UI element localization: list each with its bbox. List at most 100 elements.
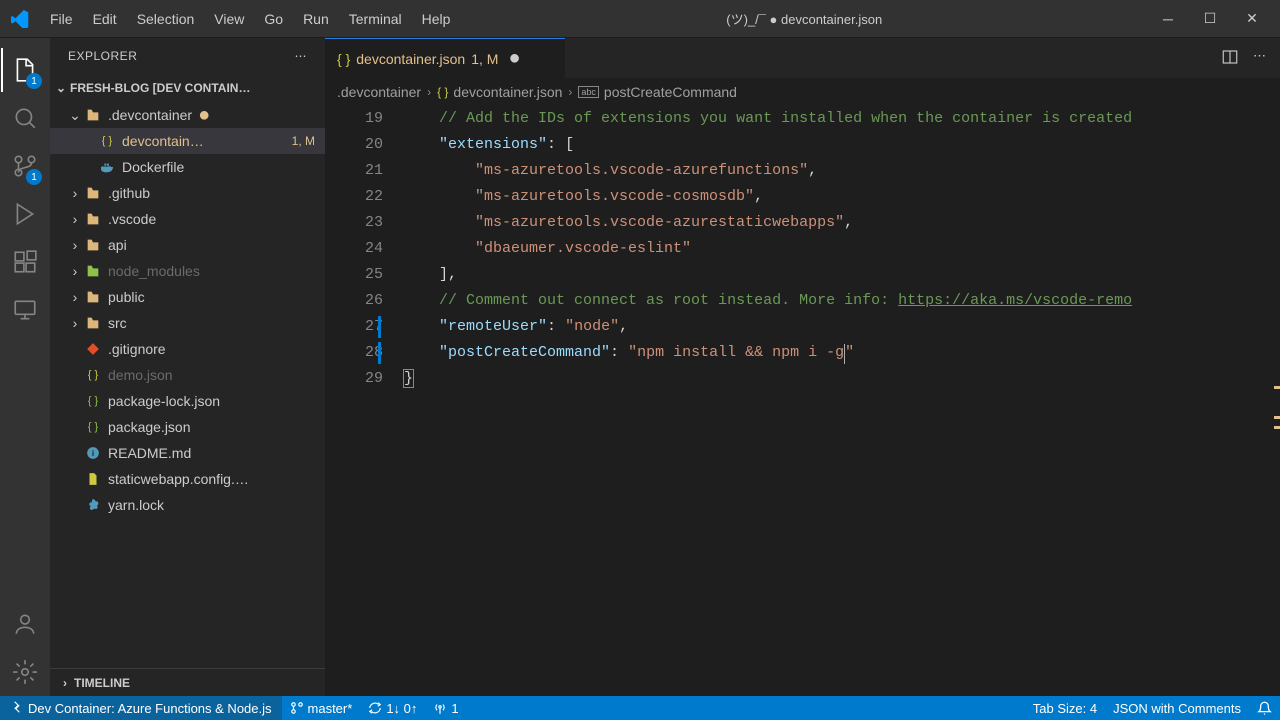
activity-bar: 1 1 — [0, 38, 50, 696]
tree-item-label: node_modules — [108, 263, 200, 279]
search-activity[interactable] — [1, 94, 49, 142]
tab-devcontainer[interactable]: { } devcontainer.json 1, M ● — [325, 38, 565, 78]
menu-edit[interactable]: Edit — [83, 7, 127, 31]
tree-item-label: README.md — [108, 445, 191, 461]
chevron-icon: ⌄ — [68, 107, 82, 124]
file-icon: i — [84, 444, 102, 462]
file-icon: { } — [84, 366, 102, 384]
folder-src[interactable]: › src — [50, 310, 325, 336]
file-icon — [98, 158, 116, 176]
breadcrumb-symbol[interactable]: abc postCreateCommand — [578, 84, 737, 100]
explorer-sidebar: EXPLORER ⋯ ⌄ FRESH-BLOG [DEV CONTAIN… ⌄.… — [50, 38, 325, 696]
remote-indicator[interactable]: Dev Container: Azure Functions & Node.js — [0, 696, 282, 720]
tab-decoration: 1, M — [471, 51, 498, 67]
menu-help[interactable]: Help — [412, 7, 461, 31]
folder-icon — [84, 210, 102, 228]
folder-api[interactable]: ›api — [50, 232, 325, 258]
file-icon: { } — [84, 418, 102, 436]
more-icon[interactable]: ⋯ — [295, 49, 308, 63]
folder-icon — [84, 236, 102, 254]
menu-go[interactable]: Go — [254, 7, 293, 31]
radio-tower[interactable]: 1 — [425, 696, 466, 720]
remote-icon — [10, 700, 24, 717]
folder--devcontainer[interactable]: ⌄ .devcontainer ● — [50, 102, 325, 128]
statusbar: Dev Container: Azure Functions & Node.js… — [0, 696, 1280, 720]
code-editor[interactable]: 1920212223242526272829 // Add the IDs of… — [325, 106, 1280, 696]
file-icon: { } — [98, 132, 116, 150]
menu-view[interactable]: View — [204, 7, 254, 31]
file--gitignore[interactable]: .gitignore — [50, 336, 325, 362]
chevron-icon: › — [68, 289, 82, 305]
tree-item-label: package.json — [108, 419, 191, 435]
settings-activity[interactable] — [1, 648, 49, 696]
chevron-icon — [68, 497, 82, 513]
minimap[interactable] — [1265, 106, 1280, 696]
git-sync[interactable]: 1↓ 0↑ — [360, 696, 425, 720]
maximize-button[interactable]: ☐ — [1190, 4, 1230, 34]
chevron-icon — [68, 367, 82, 383]
menu-selection[interactable]: Selection — [127, 7, 205, 31]
menu-bar: FileEditSelectionViewGoRunTerminalHelp — [40, 7, 460, 31]
titlebar: FileEditSelectionViewGoRunTerminalHelp (… — [0, 0, 1280, 38]
timeline-header[interactable]: › TIMELINE — [50, 668, 325, 696]
file-package-lock-json[interactable]: { }package-lock.json — [50, 388, 325, 414]
file-package-json[interactable]: { } package.json — [50, 414, 325, 440]
sidebar-title: EXPLORER ⋯ — [50, 38, 325, 74]
file-readme-md[interactable]: i README.md — [50, 440, 325, 466]
chevron-right-icon: › — [427, 85, 431, 99]
split-editor-icon[interactable] — [1221, 48, 1239, 69]
file-yarn-lock[interactable]: yarn.lock — [50, 492, 325, 518]
folder--vscode[interactable]: ›.vscode — [50, 206, 325, 232]
minimize-button[interactable]: ─ — [1148, 4, 1188, 34]
chevron-icon — [68, 341, 82, 357]
folder-public[interactable]: › public — [50, 284, 325, 310]
explorer-activity[interactable]: 1 — [1, 46, 49, 94]
scm-activity[interactable]: 1 — [1, 142, 49, 190]
tree-item-label: devcontain… — [122, 133, 204, 149]
file-demo-json[interactable]: { }demo.json — [50, 362, 325, 388]
spaces-indicator[interactable]: Tab Size: 4 — [1025, 696, 1105, 720]
scm-badge: 1 — [26, 169, 42, 185]
menu-terminal[interactable]: Terminal — [339, 7, 412, 31]
symbol-string-icon: abc — [578, 86, 599, 98]
file-tree: ⌄.devcontainer● { }devcontain…1, M Docke… — [50, 102, 325, 668]
tree-item-label: src — [108, 315, 127, 331]
file-devcontain-[interactable]: { }devcontain…1, M — [50, 128, 325, 154]
editor-tabs: { } devcontainer.json 1, M ● ⋯ — [325, 38, 1280, 78]
remote-explorer-activity[interactable] — [1, 286, 49, 334]
tree-item-label: .github — [108, 185, 150, 201]
file-dockerfile[interactable]: Dockerfile — [50, 154, 325, 180]
chevron-right-icon: › — [568, 85, 572, 99]
menu-file[interactable]: File — [40, 7, 83, 31]
debug-activity[interactable] — [1, 190, 49, 238]
tree-item-label: public — [108, 289, 145, 305]
folder-node-modules[interactable]: ›node_modules — [50, 258, 325, 284]
json-file-icon: { } — [437, 85, 448, 99]
git-branch[interactable]: master* — [282, 696, 361, 720]
chevron-icon — [68, 445, 82, 461]
tree-item-label: .devcontainer — [108, 107, 192, 123]
chevron-icon: › — [68, 315, 82, 331]
menu-run[interactable]: Run — [293, 7, 339, 31]
tree-item-label: .gitignore — [108, 341, 166, 357]
breadcrumb-folder[interactable]: .devcontainer — [337, 84, 421, 100]
feedback-icon[interactable] — [1249, 696, 1280, 720]
chevron-icon: › — [68, 185, 82, 201]
language-mode[interactable]: JSON with Comments — [1105, 696, 1249, 720]
workspace-folder-header[interactable]: ⌄ FRESH-BLOG [DEV CONTAIN… — [50, 74, 325, 102]
chevron-icon — [82, 133, 96, 149]
svg-text:i: i — [92, 449, 94, 458]
git-decoration: ● — [198, 104, 210, 127]
dirty-indicator-icon: ● — [508, 47, 520, 70]
breadcrumb-file[interactable]: { } devcontainer.json — [437, 84, 562, 100]
more-actions-icon[interactable]: ⋯ — [1253, 48, 1266, 69]
breadcrumbs[interactable]: .devcontainer › { } devcontainer.json › … — [325, 78, 1280, 106]
folder--github[interactable]: › .github — [50, 180, 325, 206]
vscode-logo-icon — [8, 7, 32, 31]
tree-item-label: Dockerfile — [122, 159, 184, 175]
chevron-icon — [68, 393, 82, 409]
close-button[interactable]: ✕ — [1232, 4, 1272, 34]
account-activity[interactable] — [1, 600, 49, 648]
file-staticwebapp-config--[interactable]: staticwebapp.config.… — [50, 466, 325, 492]
extensions-activity[interactable] — [1, 238, 49, 286]
